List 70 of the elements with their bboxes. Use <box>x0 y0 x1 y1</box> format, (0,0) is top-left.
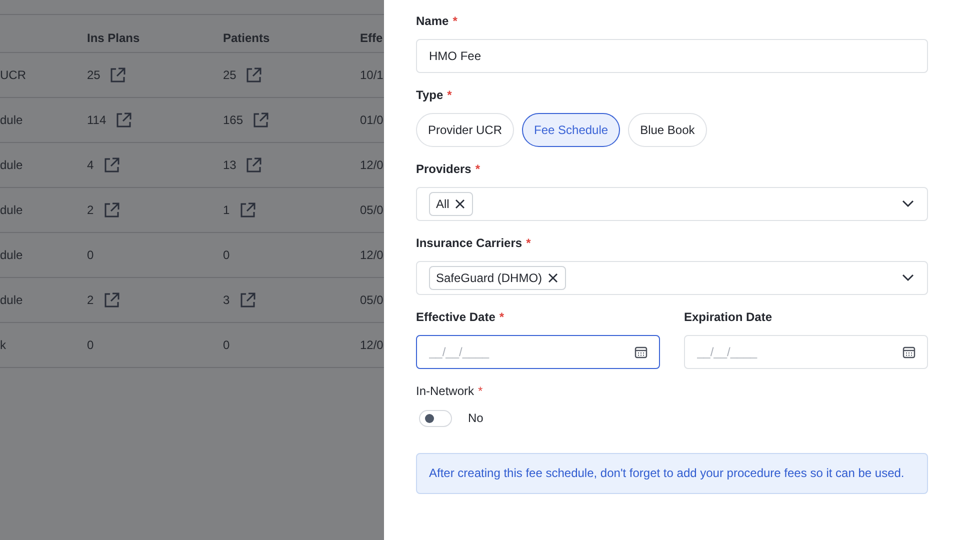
info-message: After creating this fee schedule, don't forget to add your procedure fees so it can be used. <box>416 453 928 494</box>
table-cell: 10/1 <box>360 68 384 82</box>
date-input[interactable]: __/__/____ <box>416 335 660 369</box>
external-link-icon[interactable] <box>252 112 270 128</box>
required-asterisk: * <box>499 310 504 324</box>
table-cell-text: 25 <box>87 67 100 84</box>
table-cell-text: 13 <box>223 157 236 174</box>
field-label: In-Network <box>416 384 474 398</box>
field-label: Expiration Date <box>684 310 772 324</box>
table-cell-text: 3 <box>223 292 230 309</box>
table-cell-text: 1 <box>223 202 230 219</box>
chip-label: All <box>436 196 450 213</box>
external-link-icon[interactable] <box>238 292 256 308</box>
name-input[interactable]: HMO Fee <box>416 39 928 73</box>
external-link-icon[interactable] <box>245 156 262 174</box>
table-cell-text: 0 <box>87 337 94 354</box>
table-cell: 12/0 <box>360 248 384 262</box>
field-label: Name <box>416 14 449 28</box>
external-link-icon[interactable] <box>238 202 256 218</box>
table-cell-text: 0 <box>87 247 94 264</box>
type-option-button[interactable]: Blue Book <box>628 113 707 147</box>
table-cell-text: 25 <box>223 67 236 84</box>
table-cell: 12/0 <box>360 338 384 352</box>
field-label: Insurance Carriers <box>416 236 522 250</box>
column-header: Ins Plans <box>87 30 140 44</box>
table-cell-text: 2 <box>87 202 94 219</box>
external-link-icon[interactable] <box>102 292 120 308</box>
multi-select-field[interactable]: SafeGuard (DHMO) <box>416 261 928 295</box>
remove-icon[interactable] <box>547 272 560 284</box>
type-option-button[interactable]: Provider UCR <box>416 113 514 147</box>
table-cell-text: 165 <box>223 112 244 129</box>
table-cell: 05/0 <box>360 203 384 217</box>
calendar-icon[interactable] <box>634 345 648 359</box>
table-cell: dule <box>0 248 23 262</box>
table-cell: UCR <box>0 68 26 82</box>
table-cell: dule <box>0 158 23 172</box>
required-asterisk: * <box>475 162 480 176</box>
table-cell-text: 114 <box>87 112 106 129</box>
field-label: Effective Date <box>416 310 496 324</box>
table-cell-text: 2 <box>87 292 94 309</box>
required-asterisk: * <box>526 236 531 250</box>
toggle-label: No <box>468 410 484 427</box>
calendar-icon[interactable] <box>902 345 916 359</box>
table-cell: dule <box>0 293 23 307</box>
table-cell: 01/0 <box>360 113 384 127</box>
external-link-icon[interactable] <box>102 156 120 174</box>
table-cell: 05/0 <box>360 293 384 307</box>
remove-icon[interactable] <box>454 198 466 210</box>
multi-select-field[interactable]: All <box>416 187 928 221</box>
column-header: Effe <box>360 30 383 44</box>
chip-label: SafeGuard (DHMO) <box>436 270 542 287</box>
table-cell-text: 4 <box>87 157 94 174</box>
table-cell: k <box>0 338 6 352</box>
table-cell-text: 0 <box>223 337 230 354</box>
external-link-icon[interactable] <box>109 66 126 84</box>
field-label: Providers <box>416 162 472 176</box>
external-link-icon[interactable] <box>115 112 132 128</box>
table-cell-text: 0 <box>223 247 230 264</box>
type-option-button[interactable]: Fee Schedule <box>522 113 620 147</box>
toggle-switch[interactable] <box>419 410 452 426</box>
required-asterisk: * <box>478 384 483 398</box>
external-link-icon[interactable] <box>102 202 120 218</box>
required-asterisk: * <box>452 14 458 28</box>
required-asterisk: * <box>447 88 452 102</box>
table-cell: dule <box>0 203 23 217</box>
field-label: Type <box>416 88 444 102</box>
external-link-icon[interactable] <box>245 66 262 84</box>
column-header: Patients <box>223 30 270 44</box>
table-cell: 12/0 <box>360 158 384 172</box>
table-cell: dule <box>0 113 23 127</box>
